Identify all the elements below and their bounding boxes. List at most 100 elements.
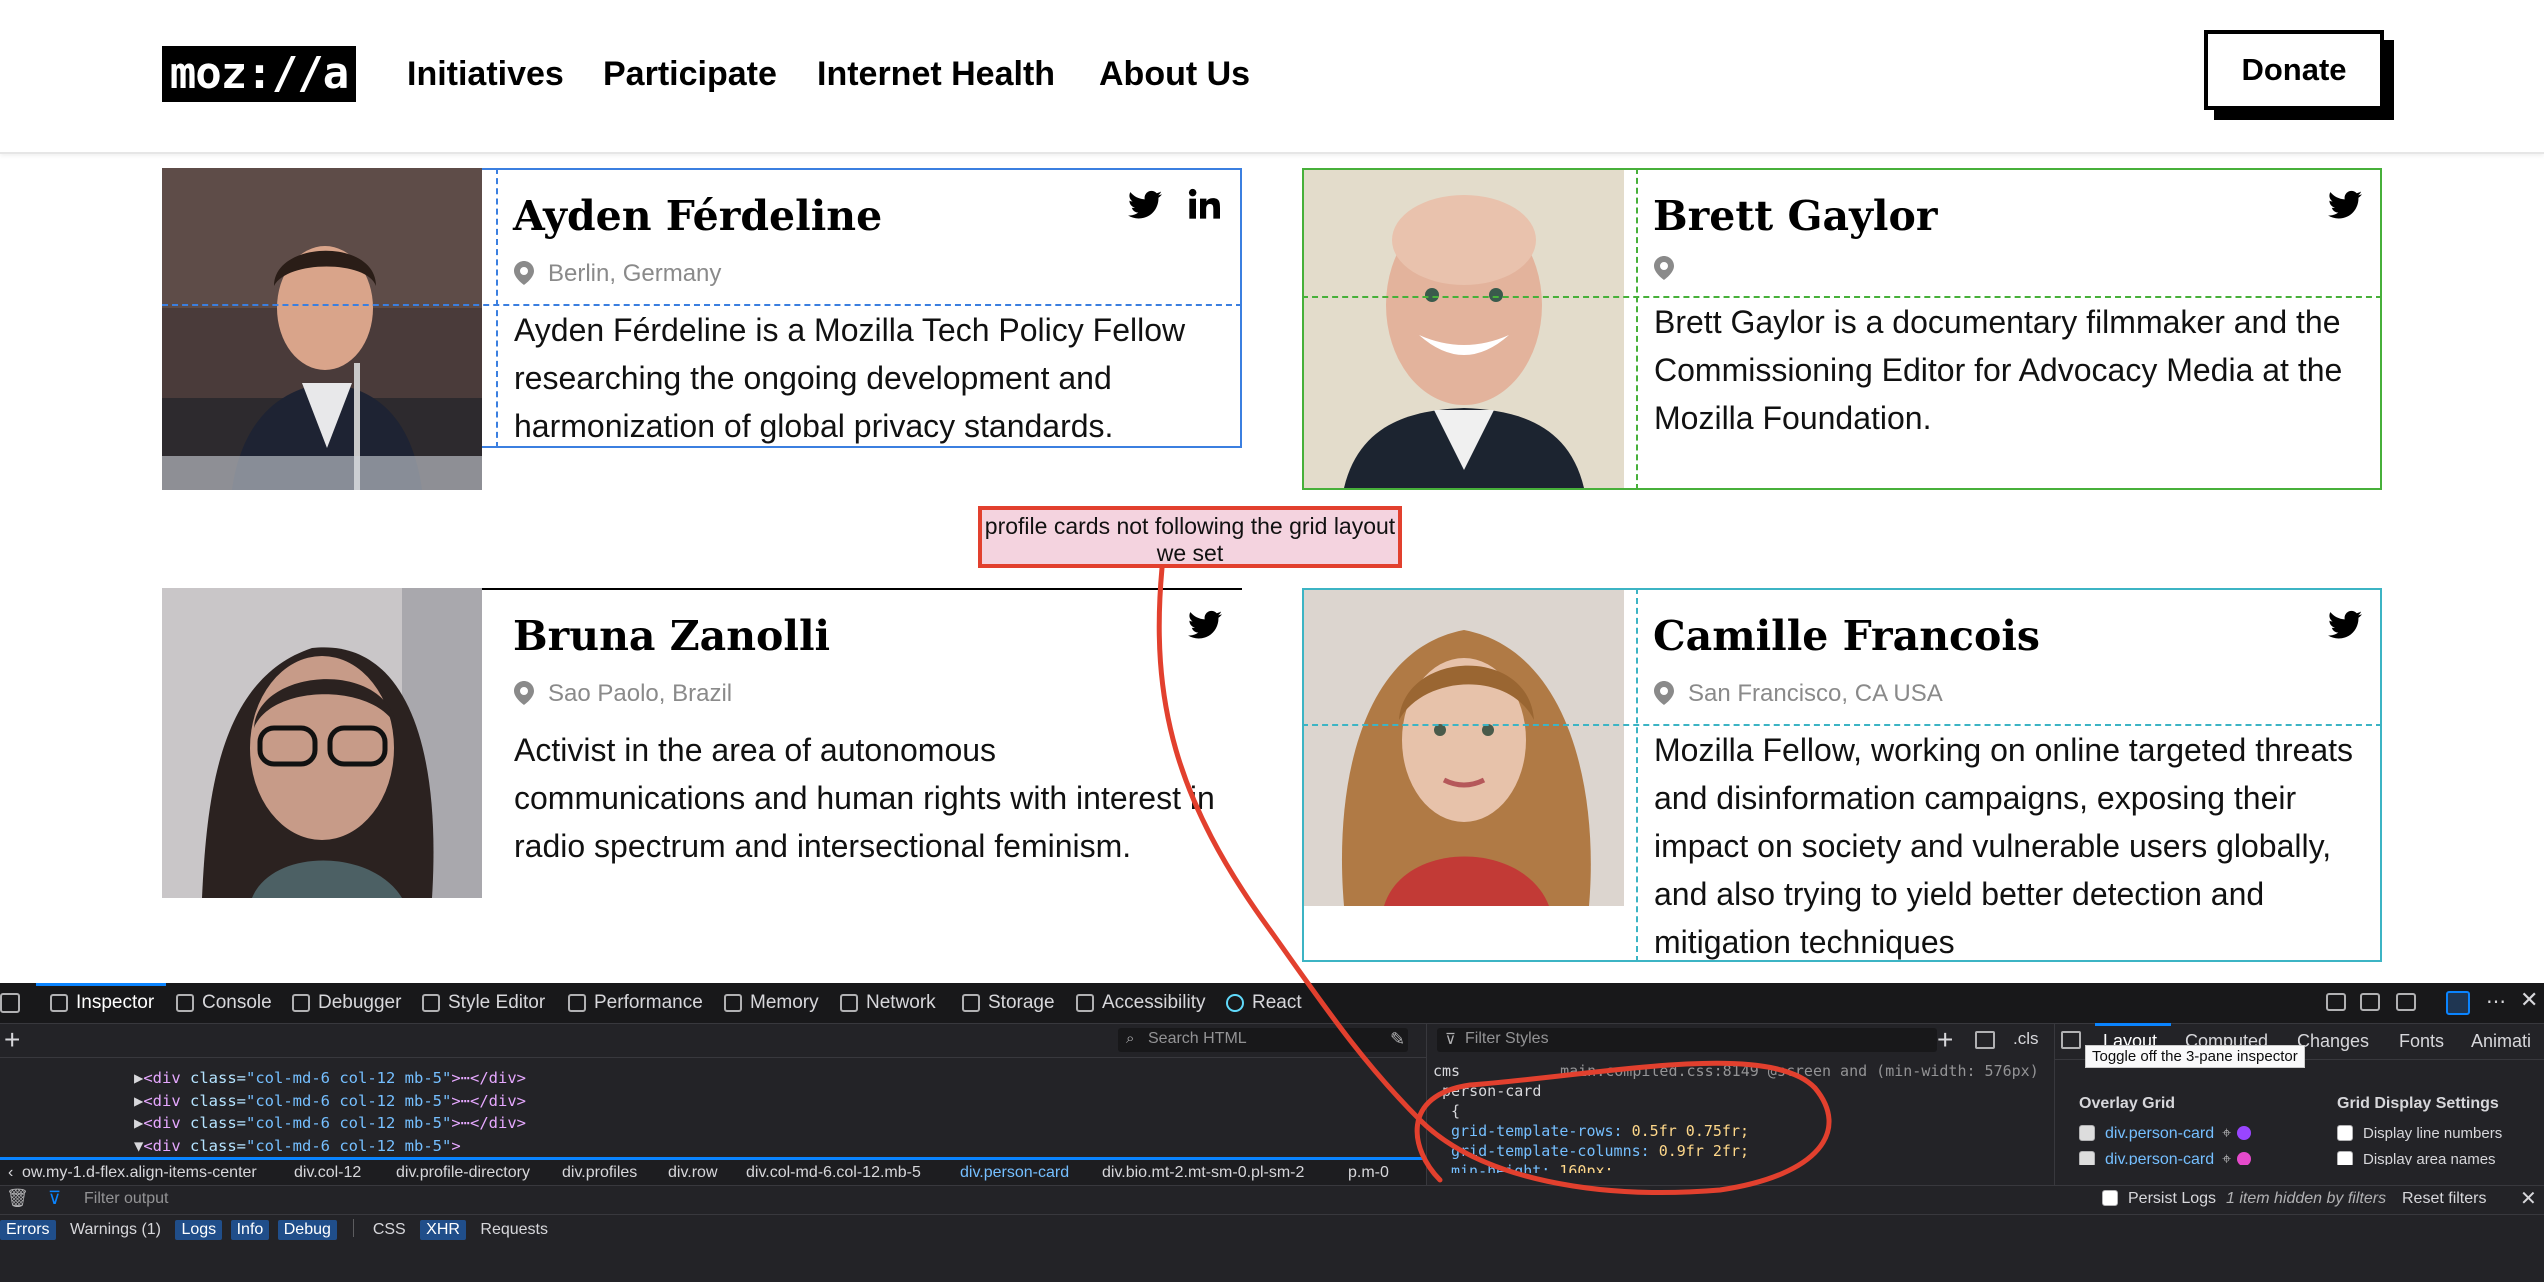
tab-inspector[interactable]: Inspector (50, 983, 154, 1023)
breadcrumb-item[interactable]: div.profile-directory (396, 1160, 530, 1186)
layout-pane: Layout Computed Changes Fonts Animati To… (2054, 1023, 2544, 1185)
css-prop[interactable]: grid-template-rows: (1451, 1122, 1623, 1140)
filter-requests[interactable]: Requests (474, 1220, 554, 1240)
checkbox[interactable] (2079, 1151, 2095, 1165)
add-node-icon[interactable]: + (4, 1023, 20, 1057)
tab-react[interactable]: React (1226, 983, 1302, 1023)
css-rule[interactable]: cms main.compiled.css:8149 @screen and (m… (1433, 1061, 2039, 1173)
frame-picker-icon[interactable] (2396, 993, 2416, 1011)
css-prop[interactable]: min-height: (1451, 1162, 1550, 1173)
checkbox[interactable] (2102, 1190, 2118, 1206)
toggle-pseudo-icon[interactable] (1975, 1031, 1995, 1049)
tab-fonts[interactable]: Fonts (2399, 1023, 2444, 1059)
filter-errors[interactable]: Errors (0, 1220, 56, 1240)
tab-accessibility[interactable]: Accessibility (1076, 983, 1205, 1023)
more-menu-icon[interactable]: ⋯ (2486, 989, 2506, 1014)
color-swatch[interactable] (2237, 1126, 2252, 1140)
filter-output-input[interactable]: Filter output (84, 1190, 168, 1208)
location-text: Berlin, Germany (548, 260, 722, 287)
checkbox[interactable] (2337, 1151, 2353, 1165)
nav-link-participate[interactable]: Participate (603, 52, 777, 96)
annotation-callout: profile cards not following the grid lay… (978, 506, 1402, 568)
filter-css[interactable]: CSS (367, 1220, 412, 1240)
breadcrumb-item[interactable]: div.profiles (562, 1160, 637, 1186)
target-icon[interactable]: ⌖ (2222, 1125, 2231, 1142)
filter-warnings[interactable]: Warnings (1) (64, 1220, 167, 1240)
trash-icon[interactable]: 🗑 (6, 1188, 29, 1209)
breadcrumb-item[interactable]: div.col-12 (294, 1160, 361, 1186)
overlay-grid-item[interactable]: div.person-card ⌖ (2079, 1151, 2252, 1165)
tab-animations[interactable]: Animati (2471, 1023, 2531, 1059)
persist-logs-option[interactable]: Persist Logs (2102, 1190, 2216, 1208)
html-node[interactable]: ▼<div class="col-md-6 col-12 mb-5"> (134, 1135, 526, 1158)
html-node[interactable]: ▶<div class="col-md-6 col-12 mb-5">⋯</di… (134, 1090, 526, 1113)
display-line-numbers-option[interactable]: Display line numbers (2337, 1125, 2502, 1142)
tab-network[interactable]: Network (840, 983, 936, 1023)
nav-link-initiatives[interactable]: Initiatives (407, 52, 564, 96)
breadcrumb-item[interactable]: div.bio.mt-2.mt-sm-0.pl-sm-2 (1102, 1160, 1304, 1186)
filter-icon: ⊽ (1445, 1031, 1456, 1048)
filter-logs[interactable]: Logs (175, 1220, 223, 1240)
tab-label: Memory (750, 992, 819, 1013)
tab-style-editor[interactable]: Style Editor (422, 983, 545, 1023)
tab-performance[interactable]: Performance (568, 983, 703, 1023)
reset-filters-button[interactable]: Reset filters (2402, 1190, 2486, 1208)
close-icon[interactable]: ✕ (2520, 1186, 2537, 1211)
twitter-icon[interactable] (1188, 610, 1222, 640)
nav-link-internet-health[interactable]: Internet Health (817, 52, 1055, 96)
breadcrumb-item[interactable]: ow.my-1.d-flex.align-items-center (22, 1160, 257, 1186)
filter-icon[interactable]: ⊽ (48, 1188, 61, 1209)
rule-source[interactable]: main.compiled.css:8149 @screen and (min-… (1560, 1062, 2039, 1080)
eyedropper-icon[interactable]: ✎ (1390, 1029, 1405, 1050)
linkedin-icon[interactable] (1188, 188, 1220, 220)
tab-label: Debugger (318, 992, 402, 1013)
target-icon[interactable]: ⌖ (2222, 1151, 2231, 1165)
close-icon[interactable]: ✕ (2520, 987, 2538, 1013)
breadcrumb-item[interactable]: div.col-md-6.col-12.mb-5 (746, 1160, 921, 1186)
color-swatch[interactable] (2237, 1152, 2252, 1165)
element-picker-icon[interactable] (0, 993, 20, 1013)
html-node[interactable]: ▶<div class="col-md-6 col-12 mb-5">⋯</di… (134, 1112, 526, 1135)
breadcrumb-item[interactable]: p.m-0 (1348, 1160, 1389, 1186)
tab-label: Storage (988, 992, 1055, 1013)
filter-debug[interactable]: Debug (277, 1220, 337, 1240)
dock-icon[interactable] (2446, 991, 2470, 1015)
responsive-icon[interactable] (2360, 993, 2380, 1011)
twitter-icon[interactable] (2328, 610, 2362, 640)
html-tree[interactable]: ▶<div class="col-md-6 col-12 mb-5">⋯</di… (134, 1067, 526, 1157)
display-area-names-option[interactable]: Display area names (2337, 1151, 2496, 1165)
css-prop[interactable]: grid-template-columns: (1451, 1142, 1650, 1160)
css-value[interactable]: 160px; (1559, 1162, 1613, 1173)
tab-storage[interactable]: Storage (962, 983, 1055, 1023)
twitter-icon[interactable] (2328, 190, 2362, 220)
tab-label: Network (866, 992, 936, 1013)
twitter-icon[interactable] (1128, 190, 1162, 220)
three-pane-toggle-icon[interactable] (2061, 1031, 2081, 1049)
mozilla-logo[interactable]: moz://a (162, 46, 356, 102)
tab-memory[interactable]: Memory (724, 983, 819, 1023)
screenshot-icon[interactable] (2326, 993, 2346, 1011)
breadcrumb-item[interactable]: div.row (668, 1160, 718, 1186)
nav-link-about-us[interactable]: About Us (1099, 52, 1250, 96)
cls-toggle[interactable]: .cls (2013, 1029, 2039, 1049)
tab-changes[interactable]: Changes (2297, 1023, 2369, 1059)
tab-console[interactable]: Console (176, 983, 272, 1023)
html-node[interactable]: ▶<div class="col-md-6 col-12 mb-5">⋯</di… (134, 1067, 526, 1090)
checkbox[interactable] (2079, 1125, 2095, 1141)
css-value[interactable]: 0.9fr 2fr; (1659, 1142, 1749, 1160)
checkbox[interactable] (2337, 1125, 2353, 1141)
tab-debugger[interactable]: Debugger (292, 983, 401, 1023)
breadcrumb-item-selected[interactable]: div.person-card (960, 1160, 1069, 1186)
overlay-item-label: div.person-card (2105, 1125, 2215, 1142)
search-html-input[interactable]: ⌕ Search HTML (1118, 1028, 1408, 1052)
css-value[interactable]: 0.5fr 0.75fr; (1632, 1122, 1749, 1140)
avatar (162, 588, 482, 898)
breadcrumb-scroll-icon[interactable]: ‹ (8, 1160, 13, 1186)
filter-xhr[interactable]: XHR (420, 1220, 466, 1240)
filter-info[interactable]: Info (230, 1220, 270, 1240)
overlay-grid-item[interactable]: div.person-card ⌖ (2079, 1125, 2252, 1143)
person-bio: Mozilla Fellow, working on online target… (1654, 732, 2354, 960)
donate-button[interactable]: Donate (2204, 30, 2384, 110)
add-rule-icon[interactable]: + (1937, 1023, 1953, 1057)
filter-styles-input[interactable]: ⊽ Filter Styles (1437, 1028, 1937, 1052)
